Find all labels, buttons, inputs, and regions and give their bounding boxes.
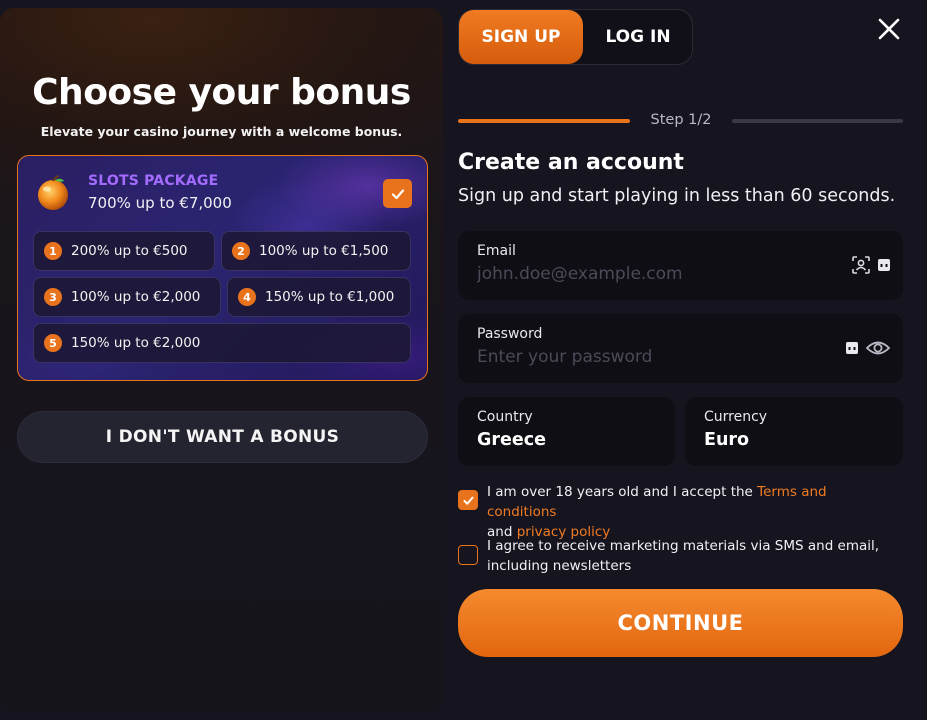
bonus-item-1: 1 200% up to €500 <box>33 231 215 271</box>
package-name: SLOTS PACKAGE <box>88 173 219 189</box>
check-icon <box>462 496 474 505</box>
password-manager-icon[interactable] <box>845 341 859 355</box>
auth-tabs: SIGN UP LOG IN <box>458 9 693 65</box>
check-icon <box>391 188 404 199</box>
age-consent-text: I am over 18 years old and I accept the <box>487 484 758 500</box>
contact-autofill-icon[interactable] <box>851 255 871 275</box>
country-label: Country <box>477 409 533 425</box>
bonus-item-number: 2 <box>232 242 250 260</box>
bonus-item-3: 3 100% up to €2,000 <box>33 277 221 317</box>
marketing-consent-checkbox[interactable] <box>458 545 478 565</box>
bonus-item-label: 200% up to €500 <box>71 243 188 259</box>
bonus-item-5: 5 150% up to €2,000 <box>33 323 411 363</box>
country-value: Greece <box>477 430 546 450</box>
bonus-item-label: 150% up to €1,000 <box>265 289 395 305</box>
step-indicator: Step 1/2 <box>650 112 712 128</box>
form-title: Create an account <box>458 150 684 175</box>
email-label: Email <box>477 243 516 259</box>
password-manager-icon[interactable] <box>877 258 891 272</box>
email-field-icons <box>851 255 891 275</box>
email-input[interactable] <box>477 264 837 284</box>
bonus-subtitle: Elevate your casino journey with a welco… <box>40 124 403 139</box>
package-selected-checkbox[interactable] <box>383 179 412 208</box>
bonus-item-4: 4 150% up to €1,000 <box>227 277 411 317</box>
form-subtitle: Sign up and start playing in less than 6… <box>458 186 896 206</box>
tab-log-in[interactable]: LOG IN <box>583 10 693 64</box>
orange-fruit-icon <box>38 175 68 210</box>
bonus-item-number: 3 <box>44 288 62 306</box>
bonus-panel: Choose your bonus Elevate your casino jo… <box>0 8 443 712</box>
bonus-item-2: 2 100% up to €1,500 <box>221 231 411 271</box>
bonus-item-label: 100% up to €1,500 <box>259 243 389 259</box>
age-terms-consent-text: I am over 18 years old and I accept the … <box>487 482 897 542</box>
bonus-item-label: 150% up to €2,000 <box>71 335 201 351</box>
marketing-consent-text: I agree to receive marketing materials v… <box>487 538 880 574</box>
bonus-item-number: 5 <box>44 334 62 352</box>
no-bonus-button[interactable]: I DON'T WANT A BONUS <box>17 411 428 463</box>
bonus-item-number: 1 <box>44 242 62 260</box>
tab-sign-up[interactable]: SIGN UP <box>459 10 583 64</box>
slots-package-card[interactable]: SLOTS PACKAGE 700% up to €7,000 1 200% u… <box>17 155 428 381</box>
email-field: Email <box>458 231 903 300</box>
progress-bar-complete <box>458 119 630 123</box>
bonus-item-number: 4 <box>238 288 256 306</box>
age-terms-checkbox[interactable] <box>458 490 478 510</box>
progress-bar-remaining <box>732 119 903 123</box>
currency-label: Currency <box>704 409 768 425</box>
password-field-icons <box>845 338 891 358</box>
package-amount: 700% up to €7,000 <box>88 194 232 212</box>
bonus-item-label: 100% up to €2,000 <box>71 289 201 305</box>
password-field: Password <box>458 314 903 383</box>
close-icon[interactable] <box>876 16 902 42</box>
currency-select[interactable]: Currency Euro <box>685 397 903 466</box>
eye-icon[interactable] <box>865 338 891 358</box>
country-select[interactable]: Country Greece <box>458 397 675 466</box>
currency-value: Euro <box>704 430 750 450</box>
password-input[interactable] <box>477 347 837 367</box>
bonus-title: Choose your bonus <box>32 72 411 113</box>
password-label: Password <box>477 326 543 342</box>
continue-button[interactable]: CONTINUE <box>458 589 903 657</box>
